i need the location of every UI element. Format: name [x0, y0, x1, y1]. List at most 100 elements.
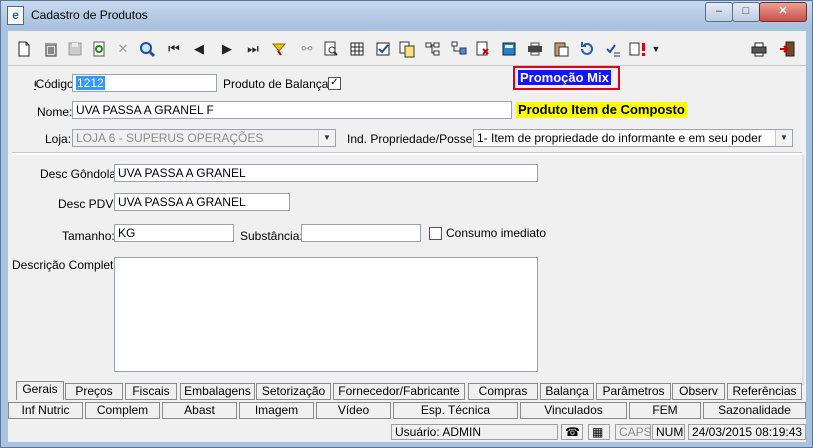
descricao-completa-textarea[interactable]	[114, 257, 538, 372]
descricao-completa-label: Descrição Completa:	[12, 258, 124, 272]
substancia-input[interactable]	[301, 224, 421, 242]
print-icon[interactable]	[750, 40, 768, 58]
toolbar-divider	[8, 65, 806, 66]
row1-tab-9[interactable]: Observ	[672, 383, 725, 400]
desc-gondola-label: Desc Gôndola:	[40, 167, 120, 181]
row2-tab-6[interactable]: Vinculados	[520, 402, 627, 419]
desc-pdv-input[interactable]: UVA PASSA A GRANEL	[114, 193, 290, 211]
keyboard-icon: ▦	[588, 424, 610, 440]
row2-tab-0[interactable]: Inf Nutric	[8, 402, 83, 419]
tamanho-input[interactable]: KG	[114, 224, 234, 242]
ind-chevron-down-icon[interactable]: ▼	[775, 130, 792, 146]
checklist-icon[interactable]	[604, 40, 622, 58]
status-datetime: 24/03/2015 08:19:43	[688, 424, 806, 440]
balanca-checkbox[interactable]: ✓	[328, 77, 341, 90]
client-area: ✕ ⏮ ◀ ▶ ⏭ ⚯ ▼ CCódigo: 12	[8, 31, 806, 442]
new-icon[interactable]	[15, 40, 33, 58]
ind-propriedade-value: 1- Item de propriedade do informante e e…	[477, 131, 762, 145]
app-logo-icon: e	[7, 6, 24, 25]
nome-input[interactable]: UVA PASSA A GRANEL F	[72, 101, 512, 119]
tamanho-label: Tamanho:	[62, 229, 115, 243]
consumo-imediato-checkbox[interactable]	[429, 227, 442, 240]
close-button[interactable]: ✕	[759, 2, 807, 22]
row1-tab-10[interactable]: Referências	[727, 383, 802, 400]
minimize-button[interactable]: –	[705, 2, 733, 22]
status-bar: Usuário: ADMIN ☎ ▦ CAPS NUM 24/03/2015 0…	[8, 422, 806, 442]
loja-value: LOJA 6 - SUPERUS OPERAÇÕES	[76, 131, 264, 145]
tree-icon[interactable]	[424, 40, 442, 58]
alert-icon[interactable]	[628, 40, 650, 58]
tabs-row-1: Gerais Preços Fiscais Embalagens Setorização…	[8, 381, 806, 401]
save-icon[interactable]	[66, 40, 84, 58]
loja-select[interactable]: LOJA 6 - SUPERUS OPERAÇÕES ▼	[72, 129, 336, 147]
desc-gondola-input[interactable]: UVA PASSA A GRANEL	[114, 164, 538, 182]
item-composto-badge: Produto Item de Composto	[516, 102, 687, 118]
codigo-label-text: Código:	[35, 77, 78, 91]
row1-tab-2[interactable]: Fiscais	[125, 383, 177, 400]
grid-icon[interactable]	[348, 40, 366, 58]
codigo-label: CCódigo:	[34, 77, 78, 91]
title-bar[interactable]: e Cadastro de Produtos – □ ✕	[1, 1, 812, 29]
refresh-icon[interactable]	[90, 40, 108, 58]
exit-icon[interactable]	[778, 40, 796, 58]
row1-tab-4[interactable]: Setorização	[256, 383, 331, 400]
row1-tab-5[interactable]: Fornecedor/Fabricante	[333, 383, 465, 400]
substancia-label: Substância:	[240, 229, 303, 243]
status-num: NUM	[652, 424, 685, 440]
ind-propriedade-select[interactable]: 1- Item de propriedade do informante e e…	[473, 129, 793, 147]
maximize-button[interactable]: □	[732, 2, 760, 22]
row2-tab-3[interactable]: Imagem	[239, 402, 314, 419]
form-panel-divider	[12, 152, 802, 155]
row1-tab-1[interactable]: Preços	[65, 383, 123, 400]
nome-label: Nome:	[37, 105, 73, 119]
clipboard-icon[interactable]	[552, 40, 570, 58]
window-title: Cadastro de Produtos	[31, 8, 148, 22]
consumo-imediato-label: Consumo imediato	[446, 226, 547, 240]
ind-propriedade-label: Ind. Propriedade/Posse:	[347, 132, 476, 146]
codigo-input[interactable]: 1212	[72, 74, 217, 92]
loja-chevron-down-icon[interactable]: ▼	[318, 130, 335, 146]
row1-tab-6[interactable]: Compras	[468, 383, 538, 400]
row2-tab-7[interactable]: FEM	[629, 402, 701, 419]
binoculars-icon[interactable]: ⚯	[298, 40, 316, 58]
calculator-icon[interactable]	[500, 40, 518, 58]
prev-icon[interactable]: ◀	[190, 40, 208, 58]
tabs-row-2: Inf Nutric Complem Abast Imagem Vídeo Esp. Té…	[8, 402, 806, 420]
row1-tab-0[interactable]: Gerais	[16, 381, 64, 400]
delete-icon[interactable]	[42, 40, 60, 58]
promocao-mix-box: Promoção Mix	[513, 66, 620, 90]
row1-tab-8[interactable]: Parâmetros	[596, 383, 671, 400]
filter-icon[interactable]	[270, 40, 288, 58]
row1-tab-7[interactable]: Balança	[540, 383, 594, 400]
window: e Cadastro de Produtos – □ ✕ ✕ ⏮ ◀ ▶ ⏭ ⚯	[0, 0, 813, 448]
panel-right-border	[802, 155, 804, 385]
printer-small-icon[interactable]	[526, 40, 544, 58]
check-doc-icon[interactable]	[374, 40, 392, 58]
loja-label: Loja:	[45, 132, 72, 146]
dropdown-icon[interactable]: ▼	[650, 40, 662, 58]
tree2-icon[interactable]	[450, 40, 468, 58]
row2-tab-5[interactable]: Esp. Técnica	[393, 402, 518, 419]
row2-tab-4[interactable]: Vídeo	[316, 402, 391, 419]
search-icon[interactable]	[138, 40, 156, 58]
find-doc-icon[interactable]	[322, 40, 340, 58]
promocao-mix-label: Promoção Mix	[518, 70, 611, 85]
last-icon[interactable]: ⏭	[244, 40, 262, 58]
desc-pdv-label: Desc PDV:	[58, 197, 117, 211]
status-caps: CAPS	[615, 424, 652, 440]
cancel-icon[interactable]: ✕	[114, 40, 132, 58]
row2-tab-2[interactable]: Abast	[162, 402, 237, 419]
doc-x-icon[interactable]	[474, 40, 492, 58]
row2-tab-1[interactable]: Complem	[85, 402, 160, 419]
next-icon[interactable]: ▶	[218, 40, 236, 58]
row1-tab-3[interactable]: Embalagens	[180, 383, 255, 400]
codigo-value: 1212	[76, 76, 105, 90]
toolbar: ✕ ⏮ ◀ ▶ ⏭ ⚯ ▼	[8, 31, 806, 63]
phone-icon: ☎	[561, 424, 583, 440]
copy-doc-icon[interactable]	[398, 40, 416, 58]
first-icon[interactable]: ⏮	[165, 40, 183, 58]
row2-tab-8[interactable]: Sazonalidade	[703, 402, 806, 419]
balanca-label: Produto de Balança	[223, 77, 329, 91]
rotate-icon[interactable]	[578, 40, 596, 58]
status-usuario: Usuário: ADMIN	[391, 424, 558, 440]
